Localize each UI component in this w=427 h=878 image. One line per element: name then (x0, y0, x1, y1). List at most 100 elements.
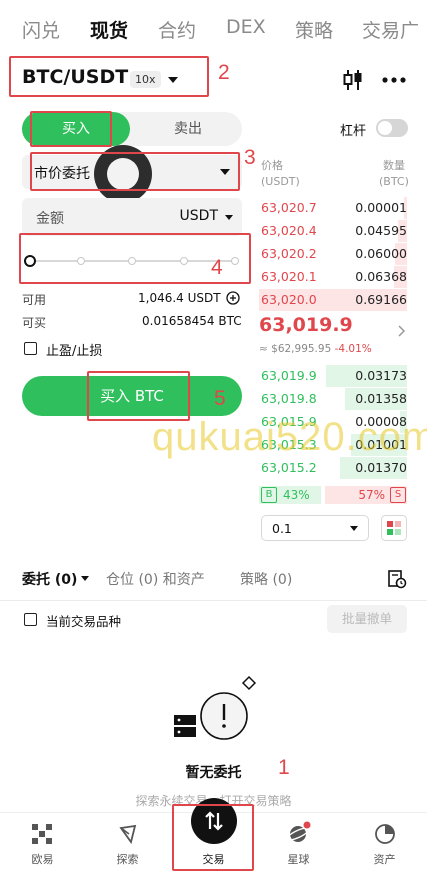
ask-row[interactable]: 63,020.0 0.69166 (259, 289, 407, 311)
top-tab-bar: 闪兑 现货 合约 DEX 策略 交易广 (0, 0, 427, 58)
empty-orders-illustration-icon (174, 675, 257, 740)
margin-toggle[interactable] (376, 119, 408, 137)
bid-price: 63,015.2 (261, 460, 317, 475)
sell-ratio-value: 57% (358, 488, 385, 502)
annotation-box-buy (30, 111, 112, 147)
tp-sl-label[interactable]: 止盈/止损 (46, 340, 102, 359)
annotation-box-3 (30, 152, 240, 191)
available-label: 可用 (22, 293, 47, 307)
tab-futures[interactable]: 合约 (158, 16, 196, 43)
can-buy-value: 0.01658454 BTC (142, 314, 242, 328)
chevron-down-icon (350, 526, 358, 531)
toggle-knob (378, 121, 392, 135)
batch-cancel-button[interactable]: 批量撤单 (327, 605, 407, 633)
current-pair-checkbox[interactable] (24, 613, 37, 626)
tp-sl-checkbox[interactable] (24, 342, 37, 355)
nav-item-okx[interactable]: 欧易 (0, 813, 85, 878)
ask-price: 63,020.2 (261, 246, 317, 261)
nav-item-explore[interactable]: 探索 (85, 813, 170, 878)
pie-chart-icon (375, 824, 395, 844)
compass-icon (119, 824, 137, 845)
nav-label-planet: 星球 (287, 853, 310, 866)
bid-price: 63,019.8 (261, 391, 317, 406)
candlestick-chart-icon[interactable] (342, 68, 364, 92)
amount-unit[interactable]: USDT (180, 208, 218, 224)
bid-row[interactable]: 63,019.9 0.03173 (259, 365, 407, 387)
tab-spot[interactable]: 现货 (90, 16, 128, 43)
ob-price-unit: (USDT) (261, 175, 300, 188)
tab-orders-label: 委托 (0) (22, 572, 78, 588)
nav-label-explore: 探索 (116, 853, 139, 866)
orders-caret-icon[interactable] (81, 576, 89, 581)
bid-qty: 0.03173 (355, 368, 407, 383)
ask-qty: 0.04595 (355, 223, 407, 238)
planet-icon (287, 821, 311, 842)
empty-state-title: 暂无委托 (185, 765, 242, 781)
annotation-number-5: 5 (214, 387, 226, 410)
order-book-layout-icon[interactable] (381, 515, 407, 541)
unit-caret-icon (225, 215, 233, 220)
ob-qty-unit: (BTC) (379, 175, 409, 188)
annotation-box-5 (87, 371, 190, 421)
tab-strategy-orders[interactable]: 策略 (0) (240, 569, 292, 589)
ask-qty: 0.06000 (355, 246, 407, 261)
section-divider (0, 600, 427, 601)
ask-price: 63,020.4 (261, 223, 317, 238)
ask-price: 63,020.0 (261, 292, 317, 307)
depth-step-select[interactable]: 0.1 (261, 515, 369, 541)
sell-side-button[interactable]: 卖出 (134, 112, 242, 146)
tab-strategy[interactable]: 策略 (295, 16, 333, 43)
fiat-price: ≈ $62,995.95 (259, 343, 332, 355)
ask-row[interactable]: 63,020.4 0.04595 (259, 220, 407, 242)
chevron-right-icon[interactable] (398, 325, 406, 337)
ask-row[interactable]: 63,020.2 0.06000 (259, 243, 407, 265)
tab-orders[interactable]: 委托 (0) (22, 569, 77, 589)
add-funds-icon[interactable] (226, 291, 240, 305)
ask-row[interactable]: 63,020.7 0.00001 (259, 197, 407, 219)
ob-qty-header: 数量 (383, 159, 405, 172)
ask-price: 63,020.1 (261, 269, 317, 284)
fiat-price-line: ≈ $62,995.95 -4.01% (259, 343, 372, 355)
amount-label: 金额 (36, 211, 64, 227)
price-change: -4.01% (334, 343, 372, 355)
available-value: 1,046.4 USDT (138, 291, 221, 305)
order-history-icon[interactable] (387, 569, 407, 589)
bid-row[interactable]: 63,015.2 0.01370 (259, 457, 407, 479)
bid-qty: 0.01370 (355, 460, 407, 475)
nav-item-planet[interactable]: 星球 (256, 813, 341, 878)
tab-trading-square[interactable]: 交易广 (362, 16, 419, 43)
orders-tab-bar: 委托 (0) 仓位 (0) 和资产 策略 (0) (22, 569, 402, 591)
nav-item-assets[interactable]: 资产 (342, 813, 427, 878)
can-buy-label: 可买 (22, 316, 47, 330)
buy-sell-ratio-bar: B 43% 57% S (259, 486, 407, 504)
last-price: 63,019.9 (259, 314, 353, 336)
depth-step-value: 0.1 (272, 521, 292, 536)
annotation-number-1: 1 (278, 756, 290, 779)
okx-logo-icon (32, 824, 52, 844)
bid-qty: 0.01358 (355, 391, 407, 406)
more-options-icon[interactable] (381, 76, 407, 84)
amount-field[interactable]: 金额 USDT (22, 198, 242, 236)
tab-positions[interactable]: 仓位 (0) 和资产 (106, 569, 205, 589)
ob-price-header: 价格 (261, 159, 283, 172)
annotation-number-2: 2 (218, 61, 230, 84)
ask-qty: 0.00001 (355, 200, 407, 215)
annotation-box-2 (9, 56, 209, 97)
nav-label-okx: 欧易 (31, 853, 54, 866)
bid-price: 63,019.9 (261, 368, 317, 383)
tab-dex[interactable]: DEX (226, 16, 266, 38)
annotation-number-3: 3 (244, 146, 256, 169)
bid-row[interactable]: 63,019.8 0.01358 (259, 388, 407, 410)
sell-ratio-badge: S (390, 487, 406, 503)
current-pair-label[interactable]: 当前交易品种 (46, 611, 121, 630)
buy-ratio-value: 43% (283, 488, 310, 502)
ask-row[interactable]: 63,020.1 0.06368 (259, 266, 407, 288)
margin-label: 杠杆 (340, 124, 367, 139)
buy-ratio-badge: B (261, 487, 277, 503)
nav-label-assets: 资产 (373, 853, 396, 866)
ask-qty: 0.69166 (355, 292, 407, 307)
watermark-text: qukuai520.com (152, 415, 427, 459)
ask-qty: 0.06368 (355, 269, 407, 284)
ask-price: 63,020.7 (261, 200, 317, 215)
tab-flash-swap[interactable]: 闪兑 (22, 16, 60, 43)
